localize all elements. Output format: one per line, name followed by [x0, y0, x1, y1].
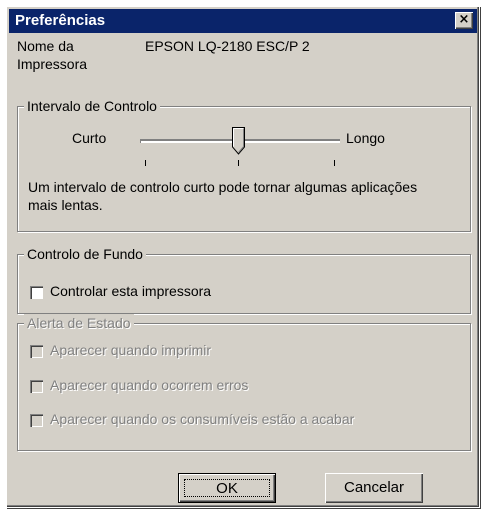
slider-min-label: Curto: [72, 130, 107, 146]
interval-hint-line1: Um intervalo de controlo curto pode torn…: [28, 179, 418, 195]
alert-errors-label[interactable]: Aparecer quando ocorrem erros: [50, 377, 248, 393]
background-control-group: Controlo de Fundo Controlar esta impress…: [17, 245, 471, 314]
interval-group: Intervalo de Controlo Curto Longo Um int…: [17, 97, 471, 232]
monitor-printer-checkbox[interactable]: [30, 286, 43, 299]
ok-button[interactable]: OK: [178, 473, 276, 503]
interval-group-legend: Intervalo de Controlo: [24, 97, 160, 115]
slider-tick-min: [145, 160, 146, 166]
slider-tick-max: [334, 160, 335, 166]
window-title: Preferências: [15, 12, 106, 29]
focus-rect: [184, 479, 270, 497]
cancel-button-label: Cancelar: [343, 479, 405, 496]
alert-printing-label[interactable]: Aparecer quando imprimir: [50, 342, 211, 358]
slider-tick-mid: [238, 160, 239, 166]
alert-printing-checkbox[interactable]: [30, 345, 43, 358]
alert-consumables-checkbox[interactable]: [30, 414, 43, 427]
printer-name-value: EPSON LQ-2180 ESC/P 2: [145, 38, 310, 54]
preferences-dialog: Preferências × Nome da Impressora EPSON …: [6, 6, 480, 508]
interval-hint-line2: mais lentas.: [28, 197, 103, 213]
slider-thumb[interactable]: [232, 127, 245, 155]
title-bar[interactable]: Preferências ×: [9, 9, 477, 33]
monitor-printer-label[interactable]: Controlar esta impressora: [50, 283, 211, 299]
cancel-button[interactable]: Cancelar: [325, 473, 423, 503]
printer-name-label-line2: Impressora: [17, 56, 88, 72]
printer-name-label-line1: Nome da: [17, 38, 74, 54]
status-alert-legend: Alerta de Estado: [24, 314, 134, 332]
background-group-legend: Controlo de Fundo: [24, 245, 146, 263]
alert-consumables-label[interactable]: Aparecer quando os consumíveis estão a a…: [50, 411, 354, 427]
alert-errors-checkbox[interactable]: [30, 380, 43, 393]
status-alert-group: Alerta de Estado Aparecer quando imprimi…: [17, 314, 471, 451]
slider-max-label: Longo: [346, 130, 385, 146]
close-icon[interactable]: ×: [455, 12, 473, 29]
